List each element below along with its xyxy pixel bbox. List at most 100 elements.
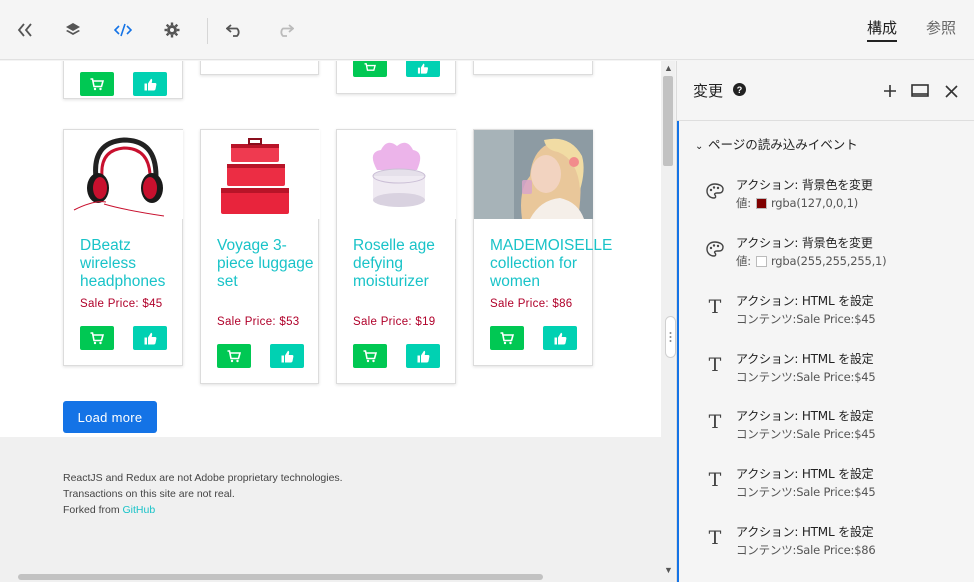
- like-button[interactable]: [133, 72, 167, 96]
- product-card-partial: [336, 61, 456, 94]
- add-to-cart-button[interactable]: [490, 326, 524, 350]
- action-detail-value: rgba(127,0,0,1): [770, 196, 858, 210]
- action-detail: コンテンツ: Sale Price:$45: [736, 369, 876, 385]
- product-card[interactable]: Voyage 3-piece luggage set Sale Price: $…: [200, 129, 322, 384]
- product-name[interactable]: Voyage 3-piece luggage set: [217, 237, 322, 291]
- product-image-headphones[interactable]: [64, 130, 183, 219]
- color-swatch: [755, 255, 767, 267]
- product-price: Sale Price: $45: [80, 298, 163, 310]
- like-button[interactable]: [133, 326, 167, 350]
- product-card-partial: [200, 61, 319, 75]
- action-detail: 値: rgba(255,255,255,1): [736, 253, 887, 269]
- like-button[interactable]: [270, 344, 304, 368]
- product-card-partial: [63, 61, 183, 99]
- product-name[interactable]: DBeatz wireless headphones: [80, 237, 185, 291]
- action-item[interactable]: T アクション: HTML を設定 コンテンツ: Sale Price:$45: [679, 398, 974, 454]
- action-item[interactable]: T アクション: HTML を設定 コンテンツ: Sale Price:$45: [679, 283, 974, 339]
- event-group-header[interactable]: ⌄ ページの読み込みイベント: [695, 134, 858, 153]
- tab-compose[interactable]: 構成: [867, 17, 898, 42]
- action-item[interactable]: T アクション: HTML を設定 コンテンツ: Sale Price:$86: [679, 514, 974, 570]
- vertical-scroll-thumb[interactable]: [663, 76, 673, 166]
- color-swatch: [755, 197, 767, 209]
- action-item[interactable]: アクション: 背景色を変更 値: rgba(255,255,255,1): [679, 225, 974, 281]
- action-detail-value: rgba(255,255,255,1): [770, 254, 887, 268]
- code-icon[interactable]: [113, 20, 133, 40]
- layers-icon[interactable]: [63, 20, 83, 40]
- add-to-cart-button[interactable]: [217, 344, 251, 368]
- site-footer: ReactJS and Redux are not Adobe propriet…: [0, 437, 661, 582]
- product-image-perfume[interactable]: [474, 130, 593, 219]
- top-toolbar: 構成 参照: [0, 0, 974, 60]
- action-detail-label: コンテンツ:: [736, 312, 797, 326]
- action-title: アクション: HTML を設定: [736, 294, 874, 308]
- product-price: Sale Price: $86: [490, 298, 573, 310]
- action-detail-label: 値:: [736, 196, 751, 210]
- footer-prefix: Forked from: [63, 504, 123, 516]
- scroll-down-arrow-icon[interactable]: ▼: [664, 565, 673, 575]
- redo-icon[interactable]: [275, 20, 295, 40]
- action-detail-label: コンテンツ:: [736, 427, 797, 441]
- add-icon[interactable]: [881, 82, 899, 100]
- text-icon: T: [708, 527, 722, 549]
- action-detail-label: コンテンツ:: [736, 543, 797, 557]
- add-to-cart-button[interactable]: [80, 72, 114, 96]
- action-title: アクション: HTML を設定: [736, 525, 874, 539]
- collapse-panel-icon[interactable]: [15, 20, 35, 40]
- text-icon: T: [708, 296, 722, 318]
- tab-browse[interactable]: 参照: [926, 17, 956, 38]
- action-title: アクション: 背景色を変更: [736, 236, 873, 250]
- product-image-luggage[interactable]: [201, 130, 320, 219]
- like-button[interactable]: [543, 326, 577, 350]
- add-to-cart-button[interactable]: [353, 344, 387, 368]
- action-detail: コンテンツ: Sale Price:$45: [736, 426, 876, 442]
- app-window: 構成 参照 DBeatz wireless headphones Sale Pr…: [0, 0, 974, 582]
- product-card[interactable]: Roselle age defying moisturizer Sale Pri…: [336, 129, 456, 384]
- action-detail-label: コンテンツ:: [736, 370, 797, 384]
- product-name[interactable]: MADEMOISELLE collection for women: [490, 237, 620, 291]
- panel-resize-handle[interactable]: [665, 316, 676, 358]
- action-detail: 値: rgba(127,0,0,1): [736, 195, 858, 211]
- horizontal-scroll-thumb[interactable]: [18, 574, 543, 580]
- action-item[interactable]: T アクション: HTML を設定 コンテンツ: Sale Price:$45: [679, 341, 974, 397]
- like-button[interactable]: [406, 344, 440, 368]
- scroll-up-arrow-icon[interactable]: ▲: [664, 63, 673, 73]
- action-detail: コンテンツ: Sale Price:$86: [736, 542, 876, 558]
- device-icon[interactable]: [911, 82, 929, 100]
- product-card[interactable]: MADEMOISELLE collection for women Sale P…: [473, 129, 612, 366]
- gear-icon[interactable]: [162, 20, 182, 40]
- footer-line: Forked from GitHub: [63, 504, 155, 516]
- action-title: アクション: HTML を設定: [736, 467, 874, 481]
- footer-line: Transactions on this site are not real.: [63, 488, 235, 500]
- event-group-title: ページの読み込みイベント: [708, 137, 858, 152]
- action-detail-label: コンテンツ:: [736, 485, 797, 499]
- toolbar-divider: [207, 18, 208, 44]
- page-preview: DBeatz wireless headphones Sale Price: $…: [0, 61, 661, 582]
- add-to-cart-button[interactable]: [80, 326, 114, 350]
- action-detail-value: Sale Price:$45: [796, 370, 876, 384]
- product-card-partial: [473, 61, 593, 75]
- load-more-button[interactable]: Load more: [63, 401, 157, 433]
- action-item[interactable]: T アクション: HTML を設定 コンテンツ: Sale Price:$45: [679, 456, 974, 512]
- github-link[interactable]: GitHub: [123, 504, 156, 516]
- product-card[interactable]: DBeatz wireless headphones Sale Price: $…: [63, 129, 183, 366]
- text-icon: T: [708, 411, 722, 433]
- action-item[interactable]: アクション: 背景色を変更 値: rgba(127,0,0,1): [679, 167, 974, 223]
- like-button[interactable]: [406, 61, 440, 77]
- action-detail: コンテンツ: Sale Price:$45: [736, 311, 876, 327]
- product-price: Sale Price: $19: [353, 316, 436, 328]
- product-image-moisturizer[interactable]: [337, 130, 456, 219]
- panel-divider: [677, 120, 974, 121]
- action-title: アクション: HTML を設定: [736, 409, 874, 423]
- action-detail-value: Sale Price:$45: [796, 312, 876, 326]
- action-detail-value: Sale Price:$45: [796, 485, 876, 499]
- undo-icon[interactable]: [225, 20, 245, 40]
- product-price: Sale Price: $53: [217, 316, 300, 328]
- help-icon[interactable]: ?: [733, 83, 746, 96]
- chevron-down-icon: ⌄: [695, 141, 704, 152]
- close-icon[interactable]: [942, 82, 960, 100]
- action-title: アクション: 背景色を変更: [736, 178, 873, 192]
- panel-title: 変更: [693, 82, 724, 100]
- footer-line: ReactJS and Redux are not Adobe propriet…: [63, 472, 343, 484]
- product-name[interactable]: Roselle age defying moisturizer: [353, 237, 458, 291]
- add-to-cart-button[interactable]: [353, 61, 387, 77]
